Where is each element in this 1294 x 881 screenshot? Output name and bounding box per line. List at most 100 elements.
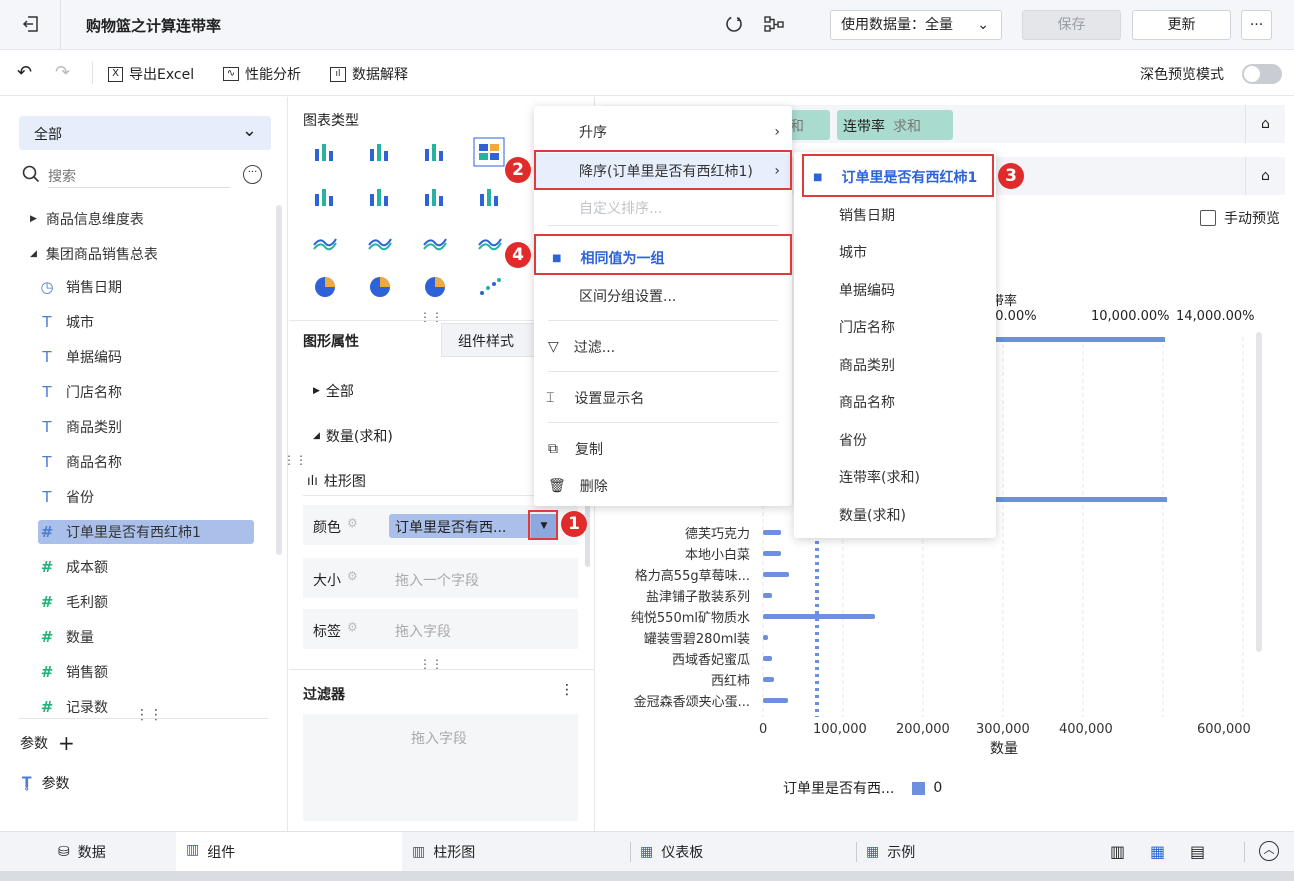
shelf-settings-icon-1[interactable]: ⌂ (1245, 105, 1285, 143)
search-input[interactable] (48, 164, 230, 188)
bar[interactable] (763, 677, 775, 682)
update-button[interactable]: 更新 (1132, 10, 1231, 40)
field-item[interactable]: # 订单里是否有西红柿1 (38, 520, 254, 544)
table-chart-icon[interactable] (312, 141, 338, 163)
tab-data[interactable]: ⛁ 数据 (58, 842, 106, 862)
submenu-item[interactable]: 商品类别 (794, 354, 996, 376)
tab-bar-chart[interactable]: ▥ 柱形图 (412, 842, 475, 862)
collapse-up-icon[interactable]: ︿ (1259, 841, 1279, 861)
scrollbar[interactable] (276, 205, 282, 555)
tab-component-style[interactable]: 组件样式 (441, 323, 535, 357)
param-item[interactable]: T̥ 参数 (22, 773, 70, 793)
field-item[interactable]: T 省份 (38, 485, 94, 509)
add-param-icon[interactable]: + (58, 733, 75, 753)
pie-chart-icon[interactable] (312, 276, 338, 298)
redo-icon[interactable]: ↷ (55, 62, 70, 83)
add-dashboard-icon[interactable]: ▦ (1150, 842, 1165, 861)
data-amount-select[interactable]: 使用数据量：全量 ⌄ (830, 10, 1002, 40)
submenu-item[interactable]: 数量(求和) (794, 504, 996, 526)
menu-item-range-group[interactable]: 区间分组设置... (534, 286, 792, 306)
size-drop-zone[interactable]: 拖入一个字段 (395, 570, 479, 590)
field-item[interactable]: T 单据编码 (38, 345, 122, 369)
data-explain-button[interactable]: ıl 数据解释 (330, 64, 408, 84)
radar-icon[interactable] (422, 231, 448, 253)
field-item[interactable]: T 商品名称 (38, 450, 122, 474)
save-button[interactable]: 保存 (1022, 10, 1121, 40)
field-item[interactable]: # 销售额 (38, 660, 108, 684)
group-measure[interactable]: ◢ 数量(求和) (313, 426, 393, 446)
submenu-item[interactable]: 销售日期 (794, 204, 996, 226)
bar[interactable] (763, 635, 768, 640)
submenu-item[interactable]: 单据编码 (794, 279, 996, 301)
menu-item-delete[interactable]: 🗑 删除 (534, 476, 792, 496)
export-excel-button[interactable]: X 导出Excel (108, 64, 194, 84)
submenu-item[interactable]: 门店名称 (794, 316, 996, 338)
filter-more-icon[interactable]: ⋮ (560, 682, 574, 698)
grouped-bar-icon[interactable] (473, 137, 505, 167)
dark-preview-toggle[interactable] (1242, 64, 1282, 84)
submenu-item[interactable]: 省份 (794, 429, 996, 451)
cross-table-icon[interactable] (367, 141, 393, 163)
field-item[interactable]: ◷ 销售日期 (38, 275, 122, 299)
bar[interactable] (763, 530, 781, 535)
tab-example[interactable]: ▦ 示例 (866, 842, 915, 862)
tab-component[interactable]: ▥ 组件 (176, 832, 402, 872)
add-component-icon[interactable]: ▥ (1110, 842, 1125, 861)
tab-graph-props[interactable]: 图形属性 (303, 331, 359, 351)
submenu-item[interactable]: 商品名称 (794, 391, 996, 413)
bar[interactable] (763, 698, 788, 703)
scatter-chart-icon[interactable] (477, 276, 503, 298)
legend[interactable]: 订单里是否有西... 0 (783, 778, 942, 798)
bar[interactable] (763, 572, 790, 577)
tab-dashboard[interactable]: ▦ 仪表板 (640, 842, 703, 862)
field-item[interactable]: T 城市 (38, 310, 94, 334)
field-chip-2[interactable]: 连带率 求和 (837, 110, 953, 140)
line-chart-icon[interactable] (312, 231, 338, 253)
stacked-bar-icon[interactable] (422, 186, 448, 208)
resize-handle-icon[interactable]: ⋮⋮ (135, 707, 163, 723)
label-drop-zone[interactable]: 拖入字段 (395, 621, 451, 641)
detail-table-icon[interactable] (422, 141, 448, 163)
bar[interactable] (763, 551, 782, 556)
manual-preview-checkbox[interactable]: 手动预览 (1200, 208, 1280, 228)
resize-handle-icon[interactable]: ⋮⋮ (419, 310, 443, 324)
field-item[interactable]: # 数量 (38, 625, 94, 649)
horizontal-bar-icon[interactable] (477, 186, 503, 208)
shelf-settings-icon-2[interactable]: ⌂ (1245, 157, 1285, 195)
submenu-item[interactable]: 城市 (794, 241, 996, 263)
undo-icon[interactable]: ↶ (17, 62, 32, 83)
scrollbar[interactable] (585, 497, 590, 567)
scope-select[interactable]: 全部 ⌄ (19, 116, 271, 150)
resize-handle-icon[interactable]: ⋮⋮ (283, 453, 307, 467)
bar[interactable] (993, 497, 1167, 502)
menu-item-rename[interactable]: ⌶ 设置显示名 (534, 388, 792, 408)
bar-chart-icon[interactable] (367, 186, 393, 208)
filter-drop-zone[interactable]: 拖入字段 (303, 714, 578, 821)
dot-bar-icon[interactable] (312, 186, 338, 208)
field-item[interactable]: # 毛利额 (38, 590, 108, 614)
menu-item-ascending[interactable]: 升序 › (534, 122, 792, 142)
menu-item-filter[interactable]: ▽ 过滤... (534, 337, 792, 357)
group-all[interactable]: ▶ 全部 (313, 381, 354, 401)
area-chart-icon[interactable] (477, 231, 503, 253)
more-button[interactable]: ··· (1241, 10, 1272, 40)
perf-analysis-button[interactable]: ∿ 性能分析 (223, 64, 301, 84)
refresh-icon[interactable] (724, 14, 744, 34)
add-report-icon[interactable]: ▤ (1190, 842, 1205, 861)
field-item[interactable]: T 门店名称 (38, 380, 122, 404)
field-item[interactable]: # 记录数 (38, 695, 108, 719)
bar[interactable] (763, 593, 772, 598)
lineage-icon[interactable] (763, 14, 785, 34)
bar-chart-type[interactable]: ılı 柱形图 (307, 471, 366, 491)
more-options-icon[interactable]: ··· (243, 165, 262, 184)
bar[interactable] (763, 614, 875, 619)
bar[interactable] (763, 656, 772, 661)
submenu-item[interactable]: 连带率(求和) (794, 466, 996, 488)
area-line-icon[interactable] (367, 231, 393, 253)
rose-chart-icon[interactable] (367, 276, 393, 298)
field-item[interactable]: # 成本额 (38, 555, 108, 579)
scrollbar[interactable] (1256, 332, 1262, 652)
table-item-dimension[interactable]: ▶ 商品信息维度表 (30, 209, 144, 229)
ring-chart-icon[interactable] (422, 276, 448, 298)
bar[interactable] (993, 337, 1165, 342)
